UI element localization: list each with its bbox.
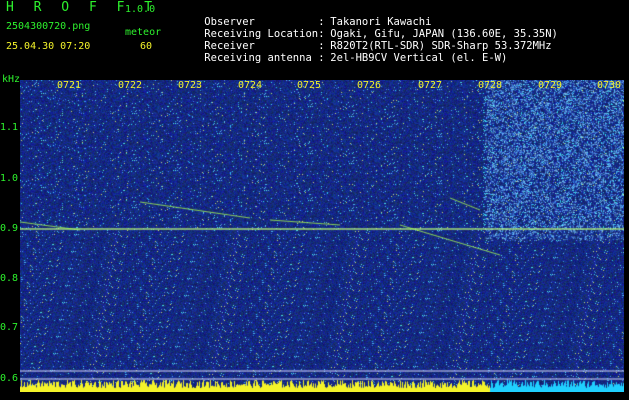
- meteor-count: 60: [140, 41, 153, 52]
- meteor-label: meteor: [125, 27, 162, 38]
- x-tick-label: 0728: [478, 80, 503, 91]
- x-tick-label: 0727: [418, 80, 443, 91]
- x-tick-label: 0726: [357, 80, 382, 91]
- spectrogram-plot: [20, 80, 624, 392]
- y-tick-label: 0.9: [0, 223, 19, 234]
- x-tick-label: 0723: [178, 80, 203, 91]
- spectrogram-canvas: [20, 80, 624, 392]
- y-tick-label: 0.7: [0, 322, 19, 333]
- datetime: 25.04.30 07:20: [6, 41, 91, 52]
- app-version: 1.0.0: [125, 4, 156, 15]
- x-tick-label: 0721: [57, 80, 82, 91]
- info-sep: :: [318, 52, 325, 64]
- x-tick-label: 0725: [297, 80, 322, 91]
- file-name: 2504300720.png: [6, 21, 91, 32]
- info-row-antenna: Receiving antenna:2el-HB9CV Vertical (el…: [179, 40, 507, 76]
- y-tick-label: 1.1: [0, 122, 19, 133]
- y-tick-label: 0.8: [0, 273, 19, 284]
- x-tick-label: 0724: [238, 80, 263, 91]
- y-tick-label: 0.6: [0, 373, 19, 384]
- x-tick-label: 0730: [597, 80, 622, 91]
- y-tick-label: 1.0: [0, 173, 19, 184]
- info-value: 2el-HB9CV Vertical (el. E-W): [330, 52, 508, 64]
- x-tick-label: 0729: [538, 80, 563, 91]
- x-tick-label: 0722: [118, 80, 143, 91]
- khz-label: kHz: [2, 74, 21, 85]
- info-key: Receiving antenna: [204, 52, 312, 64]
